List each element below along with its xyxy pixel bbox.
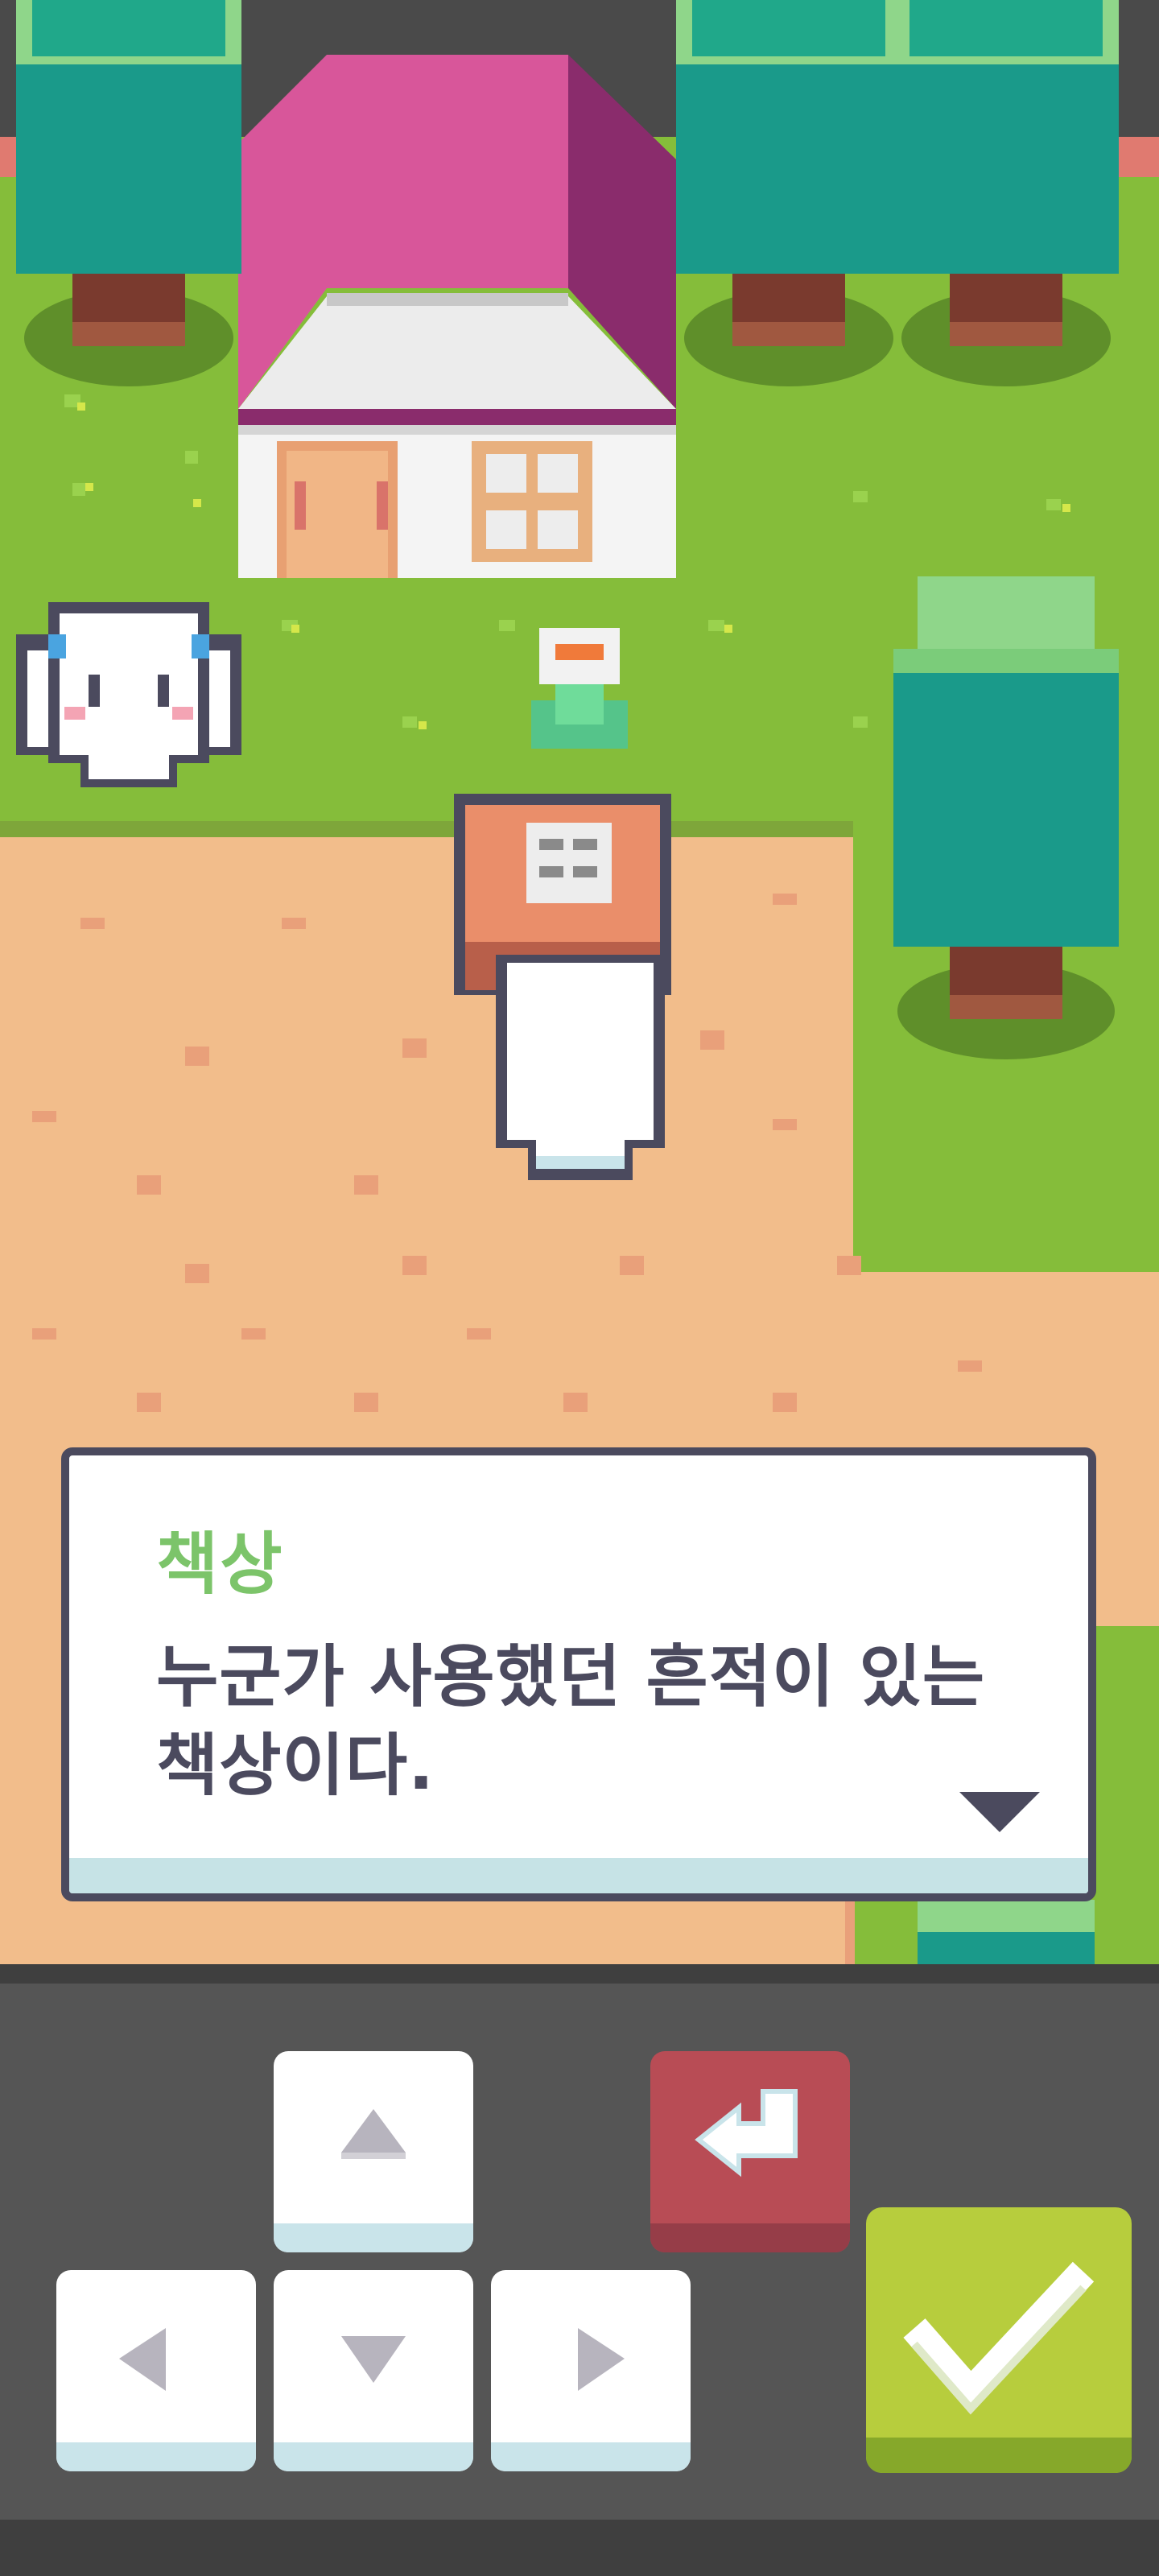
- bunny-npc[interactable]: [16, 586, 241, 795]
- return-arrow-icon: [695, 2089, 798, 2178]
- up-arrow-icon: [341, 2109, 406, 2159]
- player-character: [496, 955, 665, 1180]
- panel-top-border: [0, 1964, 1159, 1984]
- tree-top-right: [893, 0, 1119, 386]
- dialog-line-1: 누군가 사용했던 흔적이 있는: [156, 1637, 986, 1716]
- speaker-name: 책상: [156, 1525, 284, 1604]
- left-arrow-icon: [119, 2328, 166, 2391]
- back-button[interactable]: [650, 2051, 850, 2252]
- dialog-shadow: [69, 1858, 1088, 1893]
- dpad-left-button[interactable]: [56, 2270, 256, 2471]
- next-indicator-icon[interactable]: [959, 1792, 1040, 1843]
- tree-bottom-right: [918, 1900, 1095, 1964]
- control-panel: [0, 1964, 1159, 2576]
- confirm-button[interactable]: [866, 2207, 1132, 2473]
- dpad-right-button[interactable]: [491, 2270, 691, 2471]
- house: [238, 55, 676, 578]
- dpad-down-button[interactable]: [274, 2270, 473, 2471]
- game-scene: 책상 누군가 사용했던 흔적이 있는 책상이다.: [0, 0, 1159, 1964]
- right-arrow-icon: [578, 2328, 625, 2391]
- tree-top-center: [676, 0, 901, 386]
- checkmark-icon: [903, 2261, 1095, 2415]
- panel-bottom-border: [0, 2520, 1159, 2576]
- path-edge: [0, 821, 853, 837]
- down-arrow-icon: [341, 2336, 406, 2383]
- dialog-line-2: 책상이다.: [156, 1726, 435, 1805]
- dpad-up-button[interactable]: [274, 2051, 473, 2252]
- tree-top-left: [16, 0, 241, 386]
- flower: [523, 628, 636, 757]
- tree-right: [893, 576, 1119, 1059]
- dialog-box[interactable]: 책상 누군가 사용했던 흔적이 있는 책상이다.: [61, 1447, 1096, 1901]
